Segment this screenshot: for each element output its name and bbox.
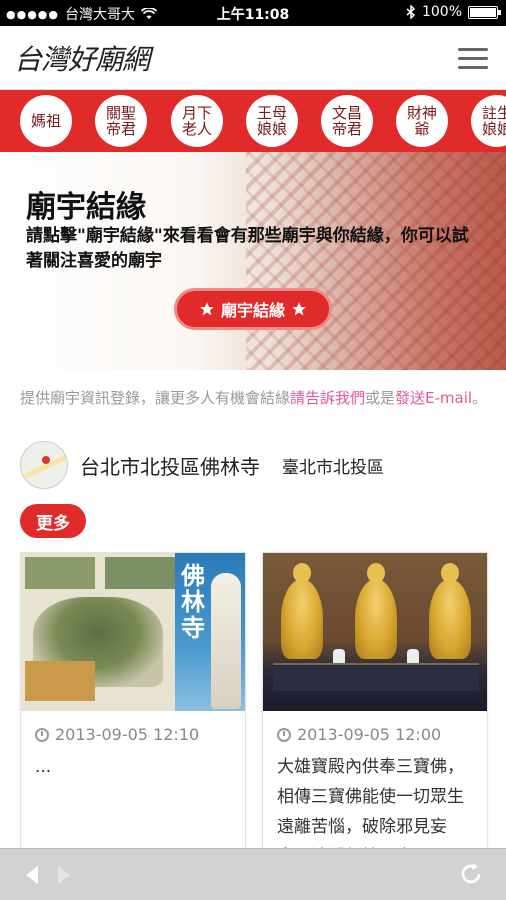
altar-table <box>273 663 479 691</box>
browser-toolbar <box>0 848 506 900</box>
temple-match-button-label: 廟宇結緣 <box>220 301 285 320</box>
banner-description: 請點擊"廟宇結緣"來看看會有那些廟宇與你結緣，你可以試著關注喜愛的廟宇 <box>26 226 469 271</box>
status-bar: ●●●●● 台灣大哥大 上午11:08 100% <box>0 0 506 26</box>
menu-line <box>458 48 488 51</box>
menu-line <box>458 57 488 60</box>
deity-category-strip[interactable]: 媽祖 關聖帝君 月下老人 王母娘娘 文昌帝君 財神爺 註生娘娘 <box>0 90 506 152</box>
deity-guansheng[interactable]: 關聖帝君 <box>95 95 147 147</box>
temple-match-button[interactable]: 廟宇結緣 <box>174 288 332 330</box>
more-button[interactable]: 更多 <box>20 504 86 538</box>
temple-match-banner: 廟宇結緣 請點擊"廟宇結緣"來看看會有那些廟宇與你結緣，你可以試著關注喜愛的廟宇… <box>0 152 506 370</box>
buddha-statue <box>281 563 323 659</box>
submission-info: 提供廟宇資訊登錄，讓更多人有機會結緣請告訴我們或是發送E-mail。 <box>20 386 490 411</box>
deity-zhusheng[interactable]: 註生娘娘 <box>471 95 506 147</box>
deity-caishen[interactable]: 財神爺 <box>396 95 448 147</box>
temple-district: 臺北市北投區 <box>282 457 384 478</box>
deity-wangmu[interactable]: 王母娘娘 <box>246 95 298 147</box>
bluetooth-icon <box>406 5 416 19</box>
article-card[interactable]: 佛林寺 2013-09-05 12:10 ... <box>20 552 246 852</box>
hamburger-icon[interactable] <box>458 48 488 70</box>
interior-photo <box>25 661 95 701</box>
app-header: 台灣好廟網 <box>0 26 506 90</box>
info-text: 。 <box>472 389 488 407</box>
send-email-link[interactable]: 發送E-mail <box>395 389 472 407</box>
info-text: 提供廟宇資訊登錄，讓更多人有機會結緣 <box>20 389 291 407</box>
buddha-statue <box>355 563 397 659</box>
info-text: 或是 <box>365 389 396 407</box>
menu-line <box>458 66 488 69</box>
temple-name[interactable]: 台北市北投區佛林寺 <box>80 451 260 480</box>
deity-wenchang[interactable]: 文昌帝君 <box>321 95 373 147</box>
map-thumbnail <box>20 441 68 489</box>
battery-fill <box>470 7 496 17</box>
article-meta: 2013-09-05 12:10 <box>21 711 245 744</box>
deity-yuexia[interactable]: 月下老人 <box>171 95 223 147</box>
guanyin-statue <box>211 573 241 709</box>
cover-title: 佛林寺 <box>181 561 205 642</box>
site-logo[interactable]: 台灣好廟網 <box>14 38 150 78</box>
article-date: 2013-09-05 12:00 <box>297 725 442 744</box>
star-icon <box>200 302 214 316</box>
deity-mazu[interactable]: 媽祖 <box>20 95 72 147</box>
article-card[interactable]: 2013-09-05 12:00 大雄寶殿內供奉三寶佛，相傳三寶佛能使一切眾生遠… <box>262 552 488 852</box>
clock-icon <box>35 727 49 742</box>
banner-title: 廟宇結緣 <box>26 190 146 225</box>
article-excerpt: ... <box>35 757 52 777</box>
photo-thumbnail <box>105 557 175 589</box>
temple-item[interactable]: 台北市北投區佛林寺 臺北市北投區 <box>20 440 490 490</box>
article-date: 2013-09-05 12:10 <box>55 725 200 744</box>
battery-icon <box>468 5 501 19</box>
article-image <box>263 553 487 711</box>
article-excerpt: 大雄寶殿內供奉三寶佛，相傳三寶佛能使一切眾生遠離苦惱，破除邪見妄念，消滅無始以來 <box>277 757 464 851</box>
back-arrow-icon[interactable] <box>26 866 38 884</box>
clock-icon <box>277 727 291 742</box>
photo-thumbnail <box>25 557 95 589</box>
battery-percent: 100% <box>421 4 462 20</box>
map-pin-icon <box>42 456 50 464</box>
star-icon <box>292 302 306 316</box>
tell-us-link[interactable]: 請告訴我們 <box>290 389 365 407</box>
article-image: 佛林寺 <box>21 553 245 711</box>
article-meta: 2013-09-05 12:00 <box>263 711 487 744</box>
buddha-statue <box>429 563 471 659</box>
reload-icon[interactable] <box>458 861 484 887</box>
forward-arrow-icon[interactable] <box>58 866 70 884</box>
